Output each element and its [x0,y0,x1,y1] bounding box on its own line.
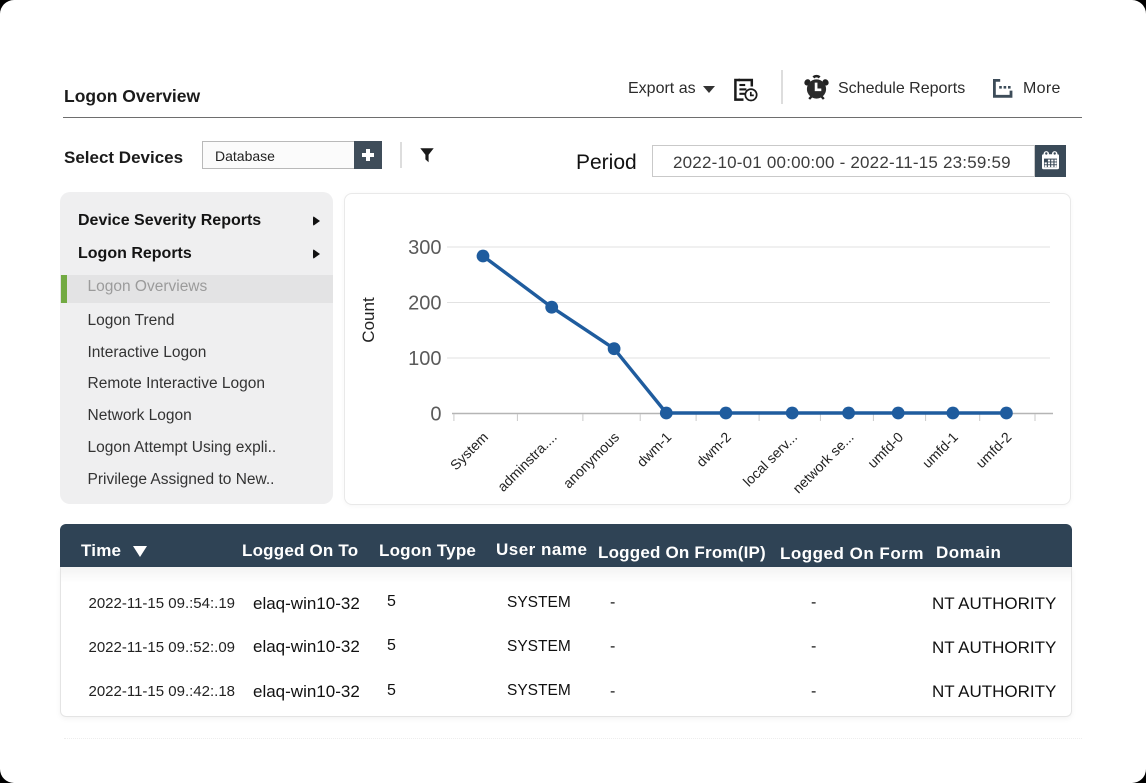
svg-text:local serv...: local serv... [740,429,801,490]
svg-text:umfd-1: umfd-1 [919,429,961,471]
svg-text:dwm-1: dwm-1 [633,429,674,470]
svg-text:100: 100 [408,348,441,370]
svg-text:adminstra....: adminstra.... [494,429,560,495]
svg-text:network se...: network se... [789,429,856,496]
svg-text:300: 300 [408,237,441,259]
svg-text:0: 0 [430,404,441,426]
svg-text:dwm-2: dwm-2 [693,429,734,470]
svg-text:Count: Count [359,297,378,343]
svg-text:umfd-2: umfd-2 [972,429,1014,471]
svg-text:200: 200 [408,293,441,315]
svg-text:anonymous: anonymous [560,429,623,492]
svg-text:System: System [447,429,491,473]
svg-text:umfd-0: umfd-0 [864,429,906,471]
